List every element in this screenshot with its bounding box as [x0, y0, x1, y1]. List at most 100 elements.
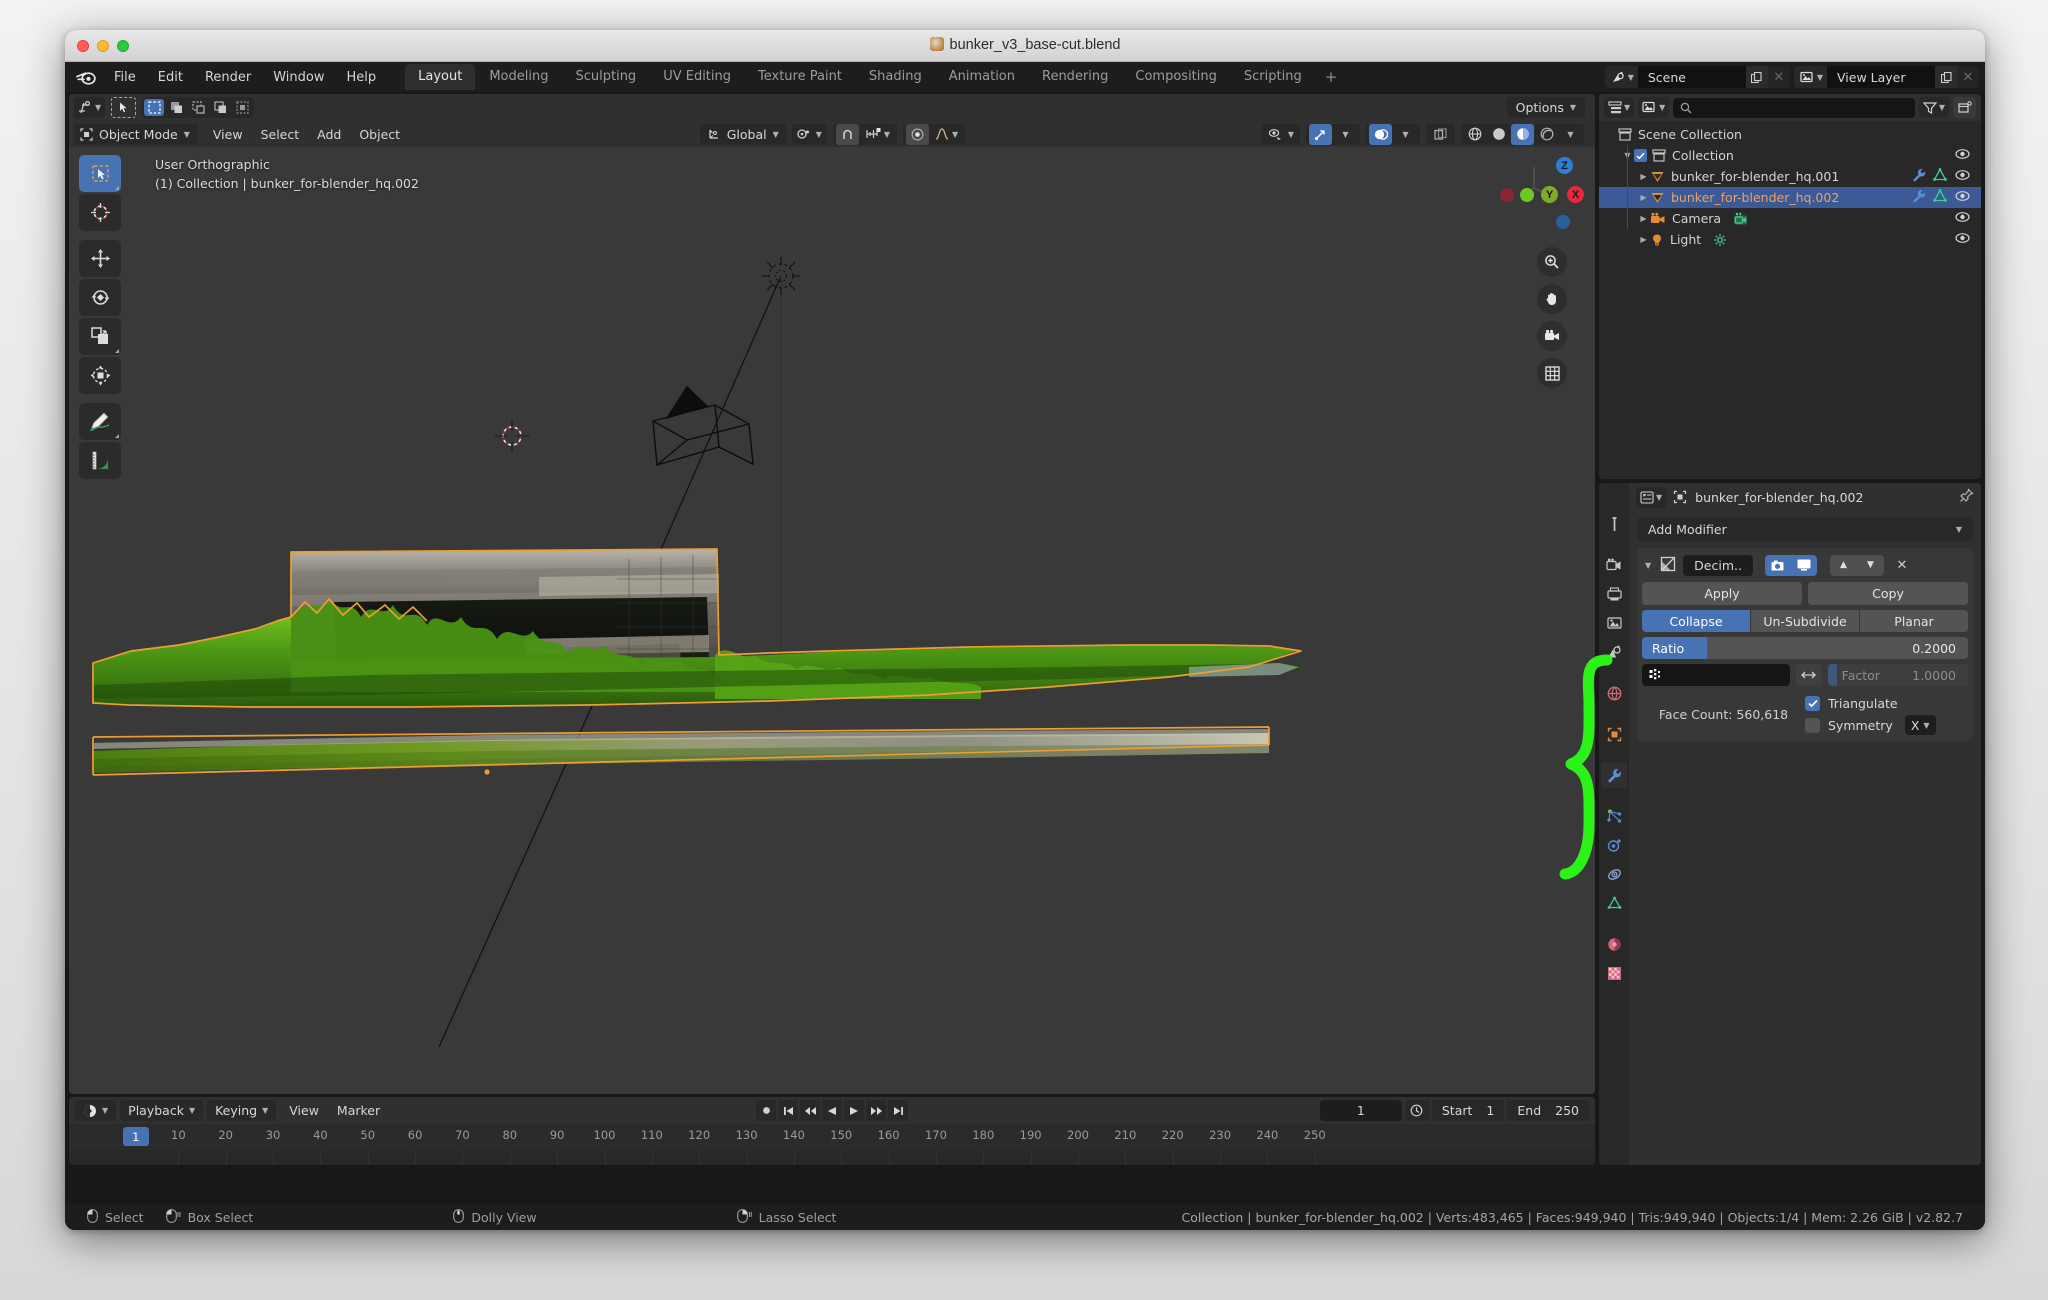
play-reverse-button[interactable]	[822, 1100, 842, 1121]
symmetry-row[interactable]: Symmetry X ▼	[1805, 714, 1968, 736]
outliner-search-input[interactable]	[1673, 97, 1915, 118]
select-intersect-icon[interactable]	[232, 99, 252, 116]
render-tab[interactable]	[1601, 552, 1627, 578]
properties-editor-type-icon[interactable]: ▼	[1636, 486, 1667, 508]
gizmo-axis-negative[interactable]	[1520, 188, 1534, 202]
timeline-ruler[interactable]: 10 20 30 40 50 60 70 80 90 100 110 120 130 140 150 160 1…	[69, 1124, 1595, 1150]
view-layer-icon[interactable]: ▼	[1793, 66, 1827, 88]
decimate-mode-un-subdivide[interactable]: Un-Subdivide	[1751, 610, 1859, 632]
visibility-selector[interactable]: ▼	[1261, 123, 1300, 145]
gizmo-axis-negative[interactable]	[1556, 215, 1570, 229]
select-subtract-icon[interactable]	[188, 99, 208, 116]
xray-toggle[interactable]	[1426, 123, 1455, 145]
workspace-tab-layout[interactable]: Layout	[405, 64, 476, 90]
gizmo-axis-x[interactable]: X	[1567, 186, 1584, 203]
view-layer-tab[interactable]	[1601, 610, 1627, 636]
outliner-row-bunker-for-blender-hq-001[interactable]: ▶ bunker_for-blender_hq.001	[1599, 166, 1981, 187]
menu-edit[interactable]: Edit	[147, 67, 194, 88]
interaction-mode-selector[interactable]: Object Mode ▼	[74, 123, 198, 145]
texture-tab[interactable]	[1601, 960, 1627, 986]
ratio-slider[interactable]: Ratio 0.2000	[1642, 637, 1968, 659]
mesh-data-icon[interactable]	[1933, 189, 1947, 206]
show-overlays-icon[interactable]	[1369, 123, 1392, 145]
filter-icon[interactable]: ▼	[1918, 97, 1949, 118]
apply-button[interactable]: Apply	[1642, 582, 1802, 605]
workspace-tab-sculpting[interactable]: Sculpting	[562, 64, 649, 90]
copy-button[interactable]: Copy	[1808, 582, 1968, 605]
view-layer-new-button[interactable]	[1935, 66, 1957, 88]
snapping-group[interactable]: ▼	[832, 123, 898, 145]
select-invert-icon[interactable]	[210, 99, 230, 116]
outliner-row-bunker-for-blender-hq-002[interactable]: ▶ bunker_for-blender_hq.002	[1599, 187, 1981, 208]
hand-icon[interactable]	[1537, 284, 1567, 314]
eye-icon[interactable]	[1955, 148, 1970, 163]
select-set-icon[interactable]	[144, 99, 165, 116]
proportional-edit-icon[interactable]	[906, 123, 930, 145]
new-collection-icon[interactable]	[1953, 97, 1976, 118]
workspace-tab-compositing[interactable]: Compositing	[1122, 64, 1230, 90]
auto-key-icon[interactable]	[1404, 1100, 1429, 1121]
timeline-menu-marker[interactable]: Marker	[328, 1100, 389, 1121]
modifier-collapse-icon[interactable]: ▼	[1642, 561, 1654, 570]
menu-help[interactable]: Help	[336, 67, 388, 88]
output-tab[interactable]	[1601, 581, 1627, 607]
scene-icon[interactable]: ▼	[1604, 66, 1638, 88]
render-visibility-toggle[interactable]	[1764, 554, 1791, 576]
snap-pivot-group[interactable]: ▼	[791, 123, 827, 145]
viewport-options-button[interactable]: Options ▼	[1506, 97, 1585, 118]
timeline-menu-keying[interactable]: Keying ▼	[207, 1100, 277, 1121]
navigation-gizmo[interactable]: ZYX	[1495, 157, 1584, 235]
overlay-dropdown-icon[interactable]: ▼	[1394, 124, 1417, 145]
scene-new-button[interactable]	[1745, 66, 1768, 88]
modifier-tab[interactable]	[1601, 762, 1627, 788]
timeline-editor-type-icon[interactable]: ▼	[75, 1100, 117, 1121]
collection-checkbox[interactable]	[1634, 149, 1647, 162]
triangulate-checkbox[interactable]	[1805, 695, 1820, 711]
view-layer-remove-button[interactable]: ✕	[1957, 66, 1979, 88]
timeline-playhead[interactable]: 1	[122, 1127, 149, 1146]
zoom-icon[interactable]	[1537, 247, 1567, 277]
disclosure-triangle-icon[interactable]: ▶	[1637, 193, 1650, 202]
add-workspace-button[interactable]: +	[1316, 68, 1347, 86]
eye-icon[interactable]	[1955, 211, 1970, 226]
menu-file[interactable]: File	[103, 67, 147, 88]
toggle-xray-icon[interactable]	[1429, 124, 1452, 145]
workspace-tab-rendering[interactable]: Rendering	[1029, 64, 1121, 90]
outliner-row-collection[interactable]: ▼Collection	[1599, 145, 1981, 166]
solid-shading-icon[interactable]	[1487, 124, 1510, 145]
modifier-icon[interactable]	[1911, 189, 1926, 206]
outliner-tree[interactable]: Scene Collection ▼Collection ▶ bunker_for-b…	[1599, 121, 1981, 479]
physics-tab[interactable]	[1601, 832, 1627, 858]
outliner-row-light[interactable]: ▶ Light	[1599, 229, 1981, 250]
viewport-canvas[interactable]: User Orthographic (1) Collection | bunke…	[69, 147, 1595, 1094]
workspace-tab-shading[interactable]: Shading	[856, 64, 935, 90]
scene-selector[interactable]: ▼ Scene ✕	[1604, 66, 1790, 88]
end-frame-field[interactable]: End 250	[1507, 1100, 1589, 1121]
eye-icon[interactable]	[1955, 169, 1970, 184]
material-tab[interactable]	[1601, 931, 1627, 957]
move-tool[interactable]	[79, 240, 121, 277]
transform-tool[interactable]	[79, 357, 121, 394]
disclosure-triangle-icon[interactable]: ▶	[1637, 235, 1650, 244]
next-keyframe-button[interactable]	[866, 1100, 886, 1121]
prev-keyframe-button[interactable]	[800, 1100, 820, 1121]
symmetry-checkbox[interactable]	[1805, 717, 1820, 733]
decimate-mode-collapse[interactable]: Collapse	[1642, 610, 1750, 632]
workspace-tab-scripting[interactable]: Scripting	[1231, 64, 1315, 90]
select-extend-icon[interactable]	[166, 99, 186, 116]
editor-type-icon[interactable]: ▼	[74, 97, 105, 118]
cursor-tool[interactable]	[79, 194, 121, 231]
editor-type-selector[interactable]: ▼	[74, 97, 106, 118]
pin-icon[interactable]	[1959, 488, 1974, 506]
scene-name[interactable]: Scene	[1637, 66, 1746, 88]
outliner-editor-type-icon[interactable]: ▼	[1604, 97, 1635, 118]
viewport-menu-view[interactable]: View	[204, 124, 252, 145]
constraints-tab[interactable]	[1601, 861, 1627, 887]
outliner-row-camera[interactable]: ▶ Camera	[1599, 208, 1981, 229]
menu-window[interactable]: Window	[262, 67, 335, 88]
scale-tool[interactable]	[79, 318, 121, 355]
timeline-track-area[interactable]	[69, 1150, 1595, 1165]
wireframe-shading-icon[interactable]	[1463, 124, 1486, 145]
symmetry-axis-selector[interactable]: X ▼	[1904, 715, 1936, 735]
play-button[interactable]	[844, 1100, 864, 1121]
